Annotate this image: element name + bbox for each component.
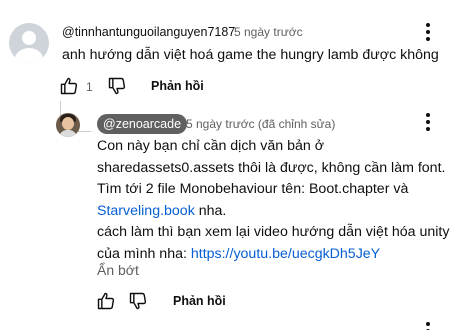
dislike-button[interactable] xyxy=(107,76,127,96)
reply-more-icon[interactable] xyxy=(418,111,438,133)
reply-text-line: cách làm thì bạn xem lại video hướng dẫn… xyxy=(97,224,450,240)
reply-text-line: Starveling.book nha. xyxy=(97,202,227,219)
next-more-icon[interactable] xyxy=(418,320,438,330)
reply-text-line: Tìm tới 2 file Monobehaviour tên: Boot.c… xyxy=(97,181,409,197)
thumb-down-icon xyxy=(129,292,147,310)
like-count: 1 xyxy=(86,80,93,94)
reply-reply-button[interactable]: Phản hồi xyxy=(173,294,226,308)
hashtag-link-starveling[interactable]: Starveling.book xyxy=(97,203,195,219)
reply-text-line: Con này bạn chỉ cần dịch văn bản ở xyxy=(97,138,324,154)
reply-text: Con này bạn chỉ cần dịch văn bản ở share… xyxy=(97,136,449,265)
reply-author-avatar[interactable] xyxy=(56,113,80,137)
thumb-up-icon xyxy=(60,77,78,95)
reply-author-chip[interactable]: @zenoarcade xyxy=(97,114,188,134)
comment-author[interactable]: @tinnhantunguoilanguyen7187 xyxy=(62,25,235,39)
comment-more-icon[interactable] xyxy=(418,21,438,43)
like-button[interactable] xyxy=(59,76,79,96)
commenter-avatar[interactable] xyxy=(9,23,49,63)
reply-text-line: của mình nha: https://youtu.be/uecgkDh5J… xyxy=(97,245,381,262)
reply-text-line: sharedassets0.assets thôi là được, không… xyxy=(97,159,446,176)
show-less-button[interactable]: Ẩn bớt xyxy=(97,262,139,278)
reply-dislike-button[interactable] xyxy=(128,291,148,311)
reply-like-button[interactable] xyxy=(96,291,116,311)
reply-button[interactable]: Phản hồi xyxy=(151,79,204,93)
comment-timestamp[interactable]: 5 ngày trước xyxy=(234,25,303,39)
comment-text: anh hướng dẫn việt hoá game the hungry l… xyxy=(62,47,439,63)
default-avatar-icon xyxy=(22,31,36,45)
youtube-link[interactable]: https://youtu.be/uecgkDh5JeY xyxy=(191,246,380,262)
thumb-down-icon xyxy=(108,77,126,95)
reply-timestamp[interactable]: 5 ngày trước (đã chỉnh sửa) xyxy=(186,117,335,131)
thumb-up-icon xyxy=(97,292,115,310)
